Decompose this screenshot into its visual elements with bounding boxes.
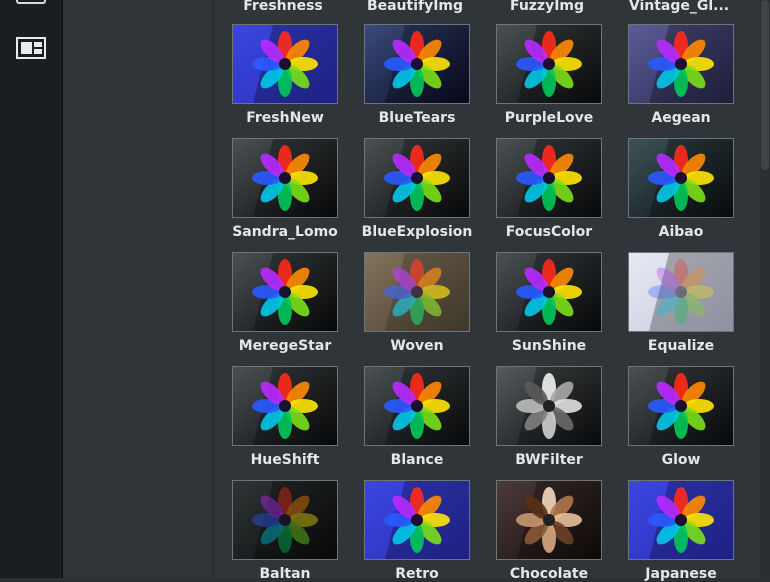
effect-label: Aibao — [658, 224, 704, 240]
effect-thumbnail — [364, 138, 470, 218]
effect-thumbnail — [364, 366, 470, 446]
scrollbar[interactable] — [760, 0, 770, 578]
effect-label: PurpleLove — [504, 110, 594, 126]
effect-label: Glow — [661, 452, 701, 468]
effect-thumbnail — [364, 480, 470, 560]
effect-tile[interactable]: Blance — [364, 366, 470, 468]
effect-thumbnail — [496, 252, 602, 332]
effect-label: FreshNew — [246, 110, 324, 126]
effect-thumbnail — [364, 252, 470, 332]
effect-label: Freshness — [243, 0, 323, 14]
effect-label: Blance — [390, 452, 444, 468]
effect-label: Woven — [390, 338, 444, 354]
effect-tile[interactable]: Woven — [364, 252, 470, 354]
effect-tile[interactable]: BlueTears — [364, 24, 470, 126]
effect-label: MeregeStar — [238, 338, 332, 354]
effect-tile[interactable]: BlueExplosion — [362, 138, 472, 240]
effect-tile[interactable]: Sandra_Lomo — [232, 138, 338, 240]
effect-thumbnail — [628, 366, 734, 446]
effect-label: BWFilter — [515, 452, 583, 468]
effect-thumbnail — [364, 24, 470, 104]
effect-label: FuzzyImg — [509, 0, 585, 14]
effect-thumbnail — [628, 138, 734, 218]
toolbar-top-icon[interactable] — [16, 0, 46, 4]
effect-label: HueShift — [250, 452, 320, 468]
effect-tile[interactable]: Chocolate — [496, 480, 602, 582]
effect-label: Aegean — [651, 110, 711, 126]
effect-tile[interactable]: Glow — [628, 366, 734, 468]
effect-tile[interactable]: Japanese — [628, 480, 734, 582]
effect-tile[interactable]: FocusColor — [496, 138, 602, 240]
effect-thumbnail — [232, 366, 338, 446]
effect-label: BlueTears — [378, 110, 456, 126]
effect-tile[interactable]: HueShift — [232, 366, 338, 468]
effect-tile[interactable]: FreshNew — [232, 24, 338, 126]
effect-thumbnail — [496, 480, 602, 560]
left-toolbar — [0, 0, 63, 578]
effect-label: BlueExplosion — [361, 224, 473, 240]
effect-label: SunShine — [511, 338, 587, 354]
effect-thumbnail — [496, 366, 602, 446]
effect-label: Retro — [395, 566, 439, 582]
effect-thumbnail — [496, 24, 602, 104]
effect-label: Sandra_Lomo — [232, 224, 338, 240]
scrollbar-thumb[interactable] — [761, 0, 769, 170]
effect-tile[interactable]: MeregeStar — [232, 252, 338, 354]
effect-tile[interactable]: Aibao — [628, 138, 734, 240]
effect-tile[interactable]: BWFilter — [496, 366, 602, 468]
effect-thumbnail — [628, 252, 734, 332]
effects-grid: Freshness BeautifyImg FuzzyImg Vintage_G… — [214, 0, 760, 582]
effect-label: FocusColor — [505, 224, 593, 240]
effect-thumbnail — [232, 138, 338, 218]
effect-thumbnail — [232, 480, 338, 560]
effect-tile[interactable]: Equalize — [628, 252, 734, 354]
effect-tile[interactable]: Baltan — [232, 480, 338, 582]
effect-thumbnail — [232, 252, 338, 332]
effect-label: Japanese — [645, 566, 717, 582]
effect-label: Vintage_Gl... — [628, 0, 730, 14]
effect-label: Chocolate — [509, 566, 589, 582]
effect-thumbnail — [232, 24, 338, 104]
layout-grid-icon[interactable] — [16, 37, 46, 59]
effect-tile[interactable]: Aegean — [628, 24, 734, 126]
side-panel — [63, 0, 214, 578]
effect-tile[interactable]: PurpleLove — [496, 24, 602, 126]
effect-thumbnail — [496, 138, 602, 218]
effect-tile[interactable]: Retro — [364, 480, 470, 582]
effect-label: Equalize — [647, 338, 715, 354]
effect-label: Baltan — [259, 566, 311, 582]
effect-label: BeautifyImg — [366, 0, 464, 14]
effect-tile[interactable]: SunShine — [496, 252, 602, 354]
effect-thumbnail — [628, 480, 734, 560]
effect-thumbnail — [628, 24, 734, 104]
